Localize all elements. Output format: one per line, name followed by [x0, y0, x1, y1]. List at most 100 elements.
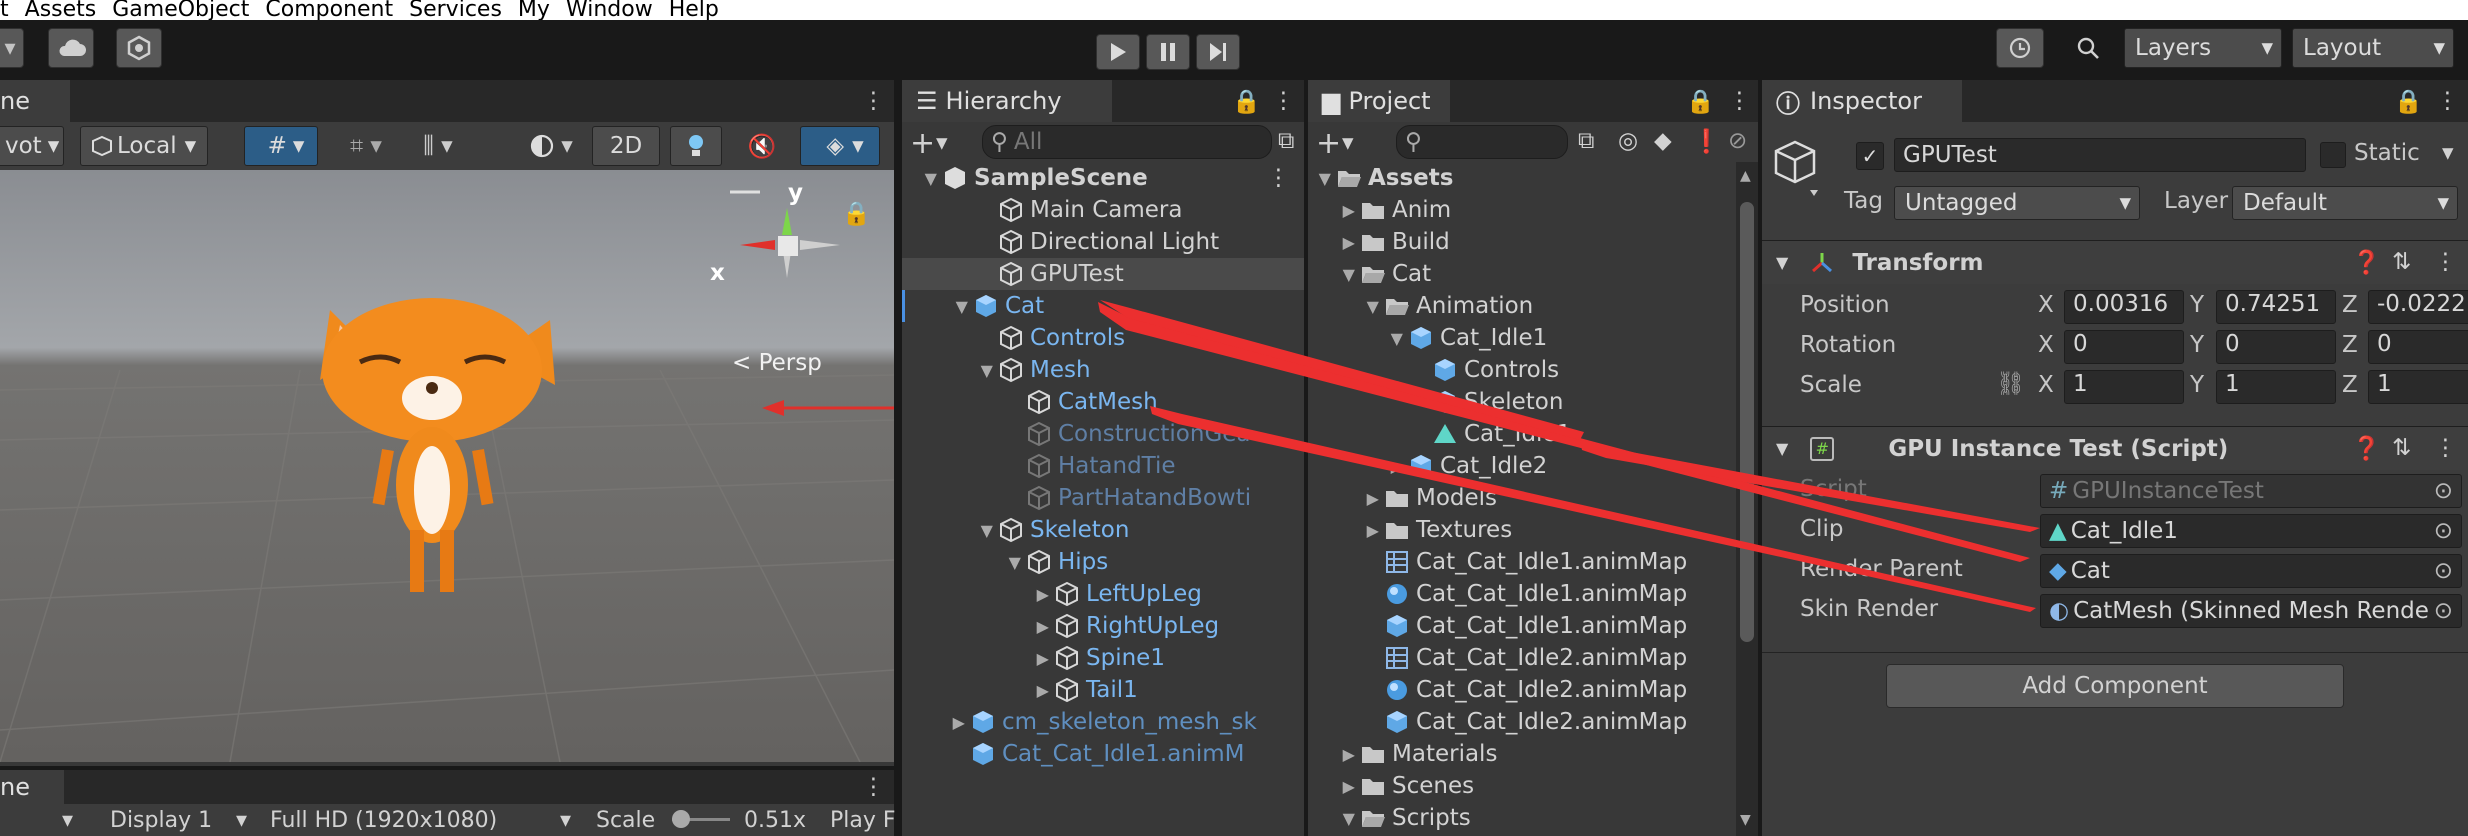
scale-slider-thumb[interactable] [672, 810, 690, 828]
draw-mode-dropdown[interactable]: ▾ [518, 126, 584, 166]
project-item[interactable]: Cat_Cat_Idle2.animMap [1308, 706, 1738, 738]
foldout-arrow-icon[interactable] [902, 329, 998, 348]
static-checkbox[interactable] [2320, 142, 2346, 168]
lock-icon[interactable]: 🔒 [1232, 88, 1261, 115]
dropdown-arrow-icon[interactable]: ▾ [1342, 130, 1354, 156]
foldout-arrow-icon[interactable] [1308, 649, 1384, 668]
project-item[interactable]: ▶ Scenes [1308, 770, 1738, 802]
foldout-arrow-icon[interactable] [1308, 361, 1432, 380]
hierarchy-item[interactable]: ▼ Hips [902, 546, 1304, 578]
project-item[interactable]: ▼ Assets [1308, 162, 1738, 194]
kebab-menu-icon[interactable]: ⋮ [2434, 249, 2457, 275]
foldout-arrow-icon[interactable] [1308, 425, 1432, 444]
foldout-arrow-icon[interactable]: ▼ [1308, 809, 1360, 828]
transform-z-field[interactable]: -0.0222 [2368, 290, 2468, 324]
foldout-arrow-icon[interactable] [902, 233, 998, 252]
project-item[interactable]: ▶ Textures [1308, 514, 1738, 546]
foldout-arrow-icon[interactable]: ▶ [1308, 521, 1384, 540]
search-button[interactable] [2062, 28, 2114, 68]
hierarchy-item[interactable]: Directional Light [902, 226, 1304, 258]
foldout-arrow-icon[interactable]: ▼ [1776, 439, 1788, 458]
hierarchy-item[interactable]: ▼ Skeleton [902, 514, 1304, 546]
lighting-toggle[interactable] [670, 126, 722, 166]
kebab-menu-icon[interactable]: ⋮ [2436, 88, 2459, 114]
menu-item[interactable]: Help [669, 0, 719, 20]
layer-dropdown[interactable]: Default ▾ [2232, 186, 2458, 220]
project-item[interactable]: ▼ Scripts [1308, 802, 1738, 834]
play-focused-dropdown[interactable]: Play F [830, 808, 896, 833]
foldout-arrow-icon[interactable]: ▼ [1776, 253, 1788, 272]
foldout-arrow-icon[interactable]: ▼ [902, 169, 942, 188]
foldout-arrow-icon[interactable]: ▶ [1308, 745, 1360, 764]
lock-icon[interactable]: 🔒 [2394, 88, 2423, 115]
foldout-arrow-icon[interactable]: ▼ [1308, 265, 1360, 284]
toggle-2d-button[interactable]: 2D [592, 126, 660, 166]
project-item[interactable]: ▶ Build [1308, 226, 1738, 258]
tab-project[interactable]: ▆ Project [1308, 80, 1450, 122]
layers-dropdown[interactable]: Layers ▾ [2124, 28, 2282, 68]
constrain-proportions-icon[interactable]: ⛓ [1996, 370, 2025, 397]
tab-inspector[interactable]: ⓘ Inspector [1762, 80, 1962, 122]
search-options-icon[interactable]: ⧉ [1578, 128, 1594, 154]
foldout-arrow-icon[interactable] [1308, 585, 1384, 604]
foldout-arrow-icon[interactable]: ▶ [902, 713, 970, 732]
gameobject-cube-icon[interactable] [1772, 138, 1818, 198]
effects-toggle[interactable]: ◈ ▾ [800, 126, 880, 166]
foldout-arrow-icon[interactable]: ▶ [902, 681, 1054, 700]
help-icon[interactable]: ❓ [2352, 435, 2381, 462]
transform-x-field[interactable]: 0 [2064, 330, 2184, 364]
step-button[interactable] [1196, 34, 1240, 70]
script-component-header[interactable]: ▼ # GPU Instance Test (Script) ❓ ⇅ ⋮ [1762, 426, 2468, 470]
hierarchy-item[interactable]: ▶ LeftUpLeg [902, 578, 1304, 610]
hierarchy-item[interactable]: GPUTest [902, 258, 1304, 290]
local-dropdown[interactable]: Local ▾ [80, 126, 208, 166]
visibility-icon[interactable]: ⊘ [1728, 128, 1747, 154]
project-item[interactable]: ▼ Cat [1308, 258, 1738, 290]
project-scrollbar[interactable]: ▲ ▼ [1736, 162, 1758, 836]
help-icon[interactable]: ❓ [2352, 249, 2381, 276]
foldout-arrow-icon[interactable]: ▶ [1308, 457, 1408, 476]
hierarchy-item[interactable]: ▶ RightUpLeg [902, 610, 1304, 642]
foldout-arrow-icon[interactable]: ▶ [1308, 233, 1360, 252]
transform-y-field[interactable]: 1 [2216, 370, 2336, 404]
foldout-arrow-icon[interactable]: ▶ [1308, 777, 1360, 796]
kebab-menu-icon[interactable]: ⋮ [862, 774, 885, 800]
hierarchy-item[interactable]: Controls [902, 322, 1304, 354]
account-dropdown[interactable]: ▾ [0, 28, 24, 68]
hierarchy-item[interactable]: ConstructionGea [902, 418, 1304, 450]
foldout-arrow-icon[interactable] [902, 201, 998, 220]
cloud-button[interactable] [48, 28, 94, 68]
project-item[interactable]: Cat_Cat_Idle2.animMap [1308, 642, 1738, 674]
hierarchy-item[interactable]: ▼ SampleScene ⋮ [902, 162, 1304, 194]
transform-z-field[interactable]: 0 [2368, 330, 2468, 364]
kebab-menu-icon[interactable]: ⋮ [862, 88, 885, 114]
project-item[interactable]: Skeleton [1308, 386, 1738, 418]
ruler-toggle[interactable]: ⫼ ▾ [406, 126, 470, 166]
add-component-button[interactable]: Add Component [1886, 664, 2344, 708]
add-icon[interactable]: + [910, 126, 935, 161]
warning-icon[interactable]: ❗ [1692, 128, 1721, 155]
lock-icon[interactable]: 🔒 [1686, 88, 1715, 115]
audio-toggle[interactable]: 🔇 [736, 126, 788, 166]
add-icon[interactable]: + [1316, 126, 1341, 161]
hierarchy-search-input[interactable]: ⚲ All [982, 125, 1272, 159]
tag-dropdown[interactable]: Untagged ▾ [1894, 186, 2140, 220]
object-picker-icon[interactable]: ⊙ [2434, 518, 2453, 544]
pause-button[interactable] [1146, 34, 1190, 70]
undo-history-button[interactable] [1996, 28, 2044, 68]
menu-item[interactable]: Window [566, 0, 653, 20]
hierarchy-item[interactable]: ▶ Spine1 [902, 642, 1304, 674]
foldout-arrow-icon[interactable] [902, 425, 1026, 444]
menu-item[interactable]: Assets [25, 0, 97, 20]
transform-y-field[interactable]: 0.74251 [2216, 290, 2336, 324]
project-item[interactable]: ▶ Cat_Idle2 [1308, 450, 1738, 482]
presets-icon[interactable]: ⇅ [2392, 249, 2411, 275]
hierarchy-item[interactable]: PartHatandBowti [902, 482, 1304, 514]
menu-item[interactable]: GameObject [112, 0, 249, 20]
object-field[interactable]: ◆ Cat ⊙ [2040, 554, 2462, 588]
projection-label[interactable]: < Persp [732, 350, 822, 376]
foldout-arrow-icon[interactable]: ▼ [1308, 169, 1336, 188]
project-item[interactable]: Cat_Cat_Idle1.animMap [1308, 578, 1738, 610]
transform-y-field[interactable]: 0 [2216, 330, 2336, 364]
kebab-menu-icon[interactable]: ⋮ [2434, 435, 2457, 461]
